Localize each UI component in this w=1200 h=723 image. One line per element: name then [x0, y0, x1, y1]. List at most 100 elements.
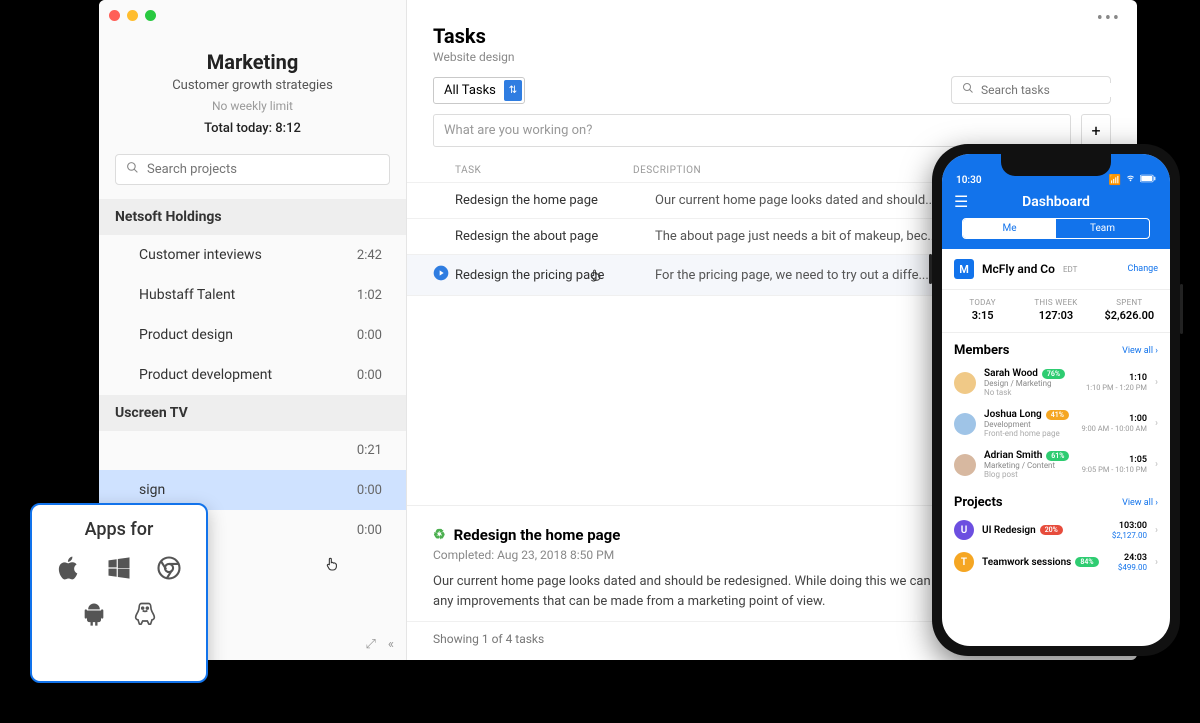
mobile-tabs[interactable]: Me Team	[962, 218, 1150, 239]
cursor-pointer-icon	[589, 267, 603, 287]
org-badge: M	[954, 259, 974, 279]
project-amount: $499.00	[1118, 563, 1147, 572]
close-window-icon[interactable]	[109, 10, 120, 21]
members-heading: Members	[954, 343, 1009, 358]
recycle-icon: ♻	[433, 527, 446, 543]
search-tasks-field[interactable]	[951, 76, 1111, 104]
chrome-icon[interactable]	[155, 554, 183, 586]
collapse-sidebar-icon[interactable]: «	[388, 637, 394, 652]
tasks-heading: Tasks	[433, 24, 1111, 48]
org-header: Netsoft Holdings	[99, 199, 406, 235]
cursor-pointer-icon	[324, 555, 340, 577]
project-row[interactable]: U UI Redesign20% 103:00$2,127.00 ›	[942, 514, 1170, 546]
search-tasks-input[interactable]	[981, 83, 1137, 97]
stat-value: $2,626.00	[1093, 309, 1166, 322]
total-today-label: Total today: 8:12	[119, 121, 386, 136]
projects-heading: Projects	[954, 495, 1003, 510]
task-name: Redesign the home page	[455, 193, 655, 208]
project-name: Customer inteviews	[139, 247, 262, 263]
weekly-limit-label: No weekly limit	[119, 99, 386, 113]
activity-pill: 76%	[1042, 369, 1065, 379]
column-task: TASK	[433, 165, 633, 176]
search-projects-field[interactable]	[115, 154, 390, 185]
more-menu-icon[interactable]: •••	[1097, 8, 1121, 29]
search-projects-input[interactable]	[147, 162, 379, 177]
member-name: Joshua Long	[984, 409, 1042, 420]
member-task: Front-end home page	[984, 429, 1073, 438]
android-icon[interactable]	[80, 600, 108, 632]
member-time: 1:00	[1081, 414, 1147, 424]
chevron-right-icon: ›	[1155, 377, 1158, 388]
dropdown-value: All Tasks	[444, 83, 496, 98]
apple-icon[interactable]	[55, 554, 83, 586]
add-task-button[interactable]: +	[1081, 114, 1111, 147]
project-time: 0:00	[357, 328, 382, 343]
project-row[interactable]: 0:21	[99, 431, 406, 470]
search-icon	[962, 82, 974, 98]
view-all-projects-link[interactable]: View all ›	[1122, 498, 1158, 508]
project-time: 2:42	[357, 248, 382, 263]
project-row[interactable]: Customer inteviews 2:42	[99, 235, 406, 275]
member-task: No task	[984, 388, 1078, 397]
project-hours: 103:00	[1112, 521, 1147, 531]
breadcrumb: Website design	[433, 50, 1111, 64]
org-selector[interactable]: M McFly and Co EDT Change	[942, 249, 1170, 290]
project-time: 0:00	[357, 523, 382, 538]
new-task-input[interactable]: What are you working on?	[433, 114, 1071, 147]
minimize-window-icon[interactable]	[127, 10, 138, 21]
phone-notch	[1001, 154, 1111, 176]
linux-icon[interactable]	[131, 600, 159, 632]
task-detail-title: Redesign the home page	[454, 526, 621, 544]
member-range: 9:05 PM - 10:10 PM	[1082, 465, 1147, 474]
project-row[interactable]: Hubstaff Talent 1:02	[99, 275, 406, 315]
chevron-right-icon: ›	[1155, 459, 1158, 470]
project-time: 1:02	[357, 288, 382, 303]
stat-label: THIS WEEK	[1019, 298, 1092, 307]
project-row[interactable]: Product development 0:00	[99, 355, 406, 395]
stat-value: 3:15	[946, 309, 1019, 322]
play-icon[interactable]	[433, 265, 455, 285]
org-header: Uscreen TV	[99, 395, 406, 431]
member-time: 1:05	[1082, 455, 1147, 465]
project-row[interactable]: Product design 0:00	[99, 315, 406, 355]
avatar	[954, 413, 976, 435]
member-range: 9:00 AM - 10:00 AM	[1081, 424, 1147, 433]
view-all-members-link[interactable]: View all ›	[1122, 346, 1158, 356]
member-name: Sarah Wood	[984, 368, 1038, 379]
member-task: Blog post	[984, 470, 1074, 479]
status-time: 10:30	[956, 175, 982, 186]
member-time: 1:10	[1086, 373, 1147, 383]
windows-icon[interactable]	[105, 554, 133, 586]
project-badge: T	[954, 552, 974, 572]
maximize-window-icon[interactable]	[145, 10, 156, 21]
mobile-header: ☰ Dashboard Me Team	[942, 188, 1170, 249]
tab-me[interactable]: Me	[963, 219, 1056, 238]
stat-label: TODAY	[946, 298, 1019, 307]
battery-icon	[1140, 174, 1156, 186]
member-row[interactable]: Sarah Wood 76% Design / Marketing No task…	[942, 362, 1170, 403]
minimize-panel-icon[interactable]: ⤢	[365, 637, 375, 652]
tab-team[interactable]: Team	[1056, 219, 1149, 238]
member-role: Design / Marketing	[984, 379, 1078, 388]
mobile-screen: 10:30 📶 ☰ Dashboard Me Team M McFly and …	[942, 154, 1170, 646]
project-time: 0:00	[357, 483, 382, 498]
stats-row: TODAY3:15 THIS WEEK127:03 SPENT$2,626.00	[942, 290, 1170, 333]
project-row[interactable]: T Teamwork sessions84% 24:03$499.00 ›	[942, 546, 1170, 578]
stat-label: SPENT	[1093, 298, 1166, 307]
activity-pill: 20%	[1040, 525, 1063, 535]
task-filter-dropdown[interactable]: All Tasks ⇅	[433, 77, 525, 104]
hamburger-menu-icon[interactable]: ☰	[954, 192, 968, 211]
avatar	[954, 372, 976, 394]
traffic-lights[interactable]	[109, 10, 156, 21]
change-org-link[interactable]: Change	[1127, 264, 1158, 274]
chevron-right-icon: ›	[1155, 557, 1158, 568]
member-name: Adrian Smith	[984, 450, 1042, 461]
member-range: 1:10 PM - 1:20 PM	[1086, 383, 1147, 392]
member-row[interactable]: Joshua Long41% Development Front-end hom…	[942, 403, 1170, 444]
mobile-device: 10:30 📶 ☰ Dashboard Me Team M McFly and …	[932, 144, 1180, 656]
signal-icon: 📶	[1109, 175, 1121, 186]
member-row[interactable]: Adrian Smith61% Marketing / Content Blog…	[942, 444, 1170, 485]
project-badge: U	[954, 520, 974, 540]
member-role: Development	[984, 420, 1073, 429]
search-icon	[126, 161, 139, 178]
